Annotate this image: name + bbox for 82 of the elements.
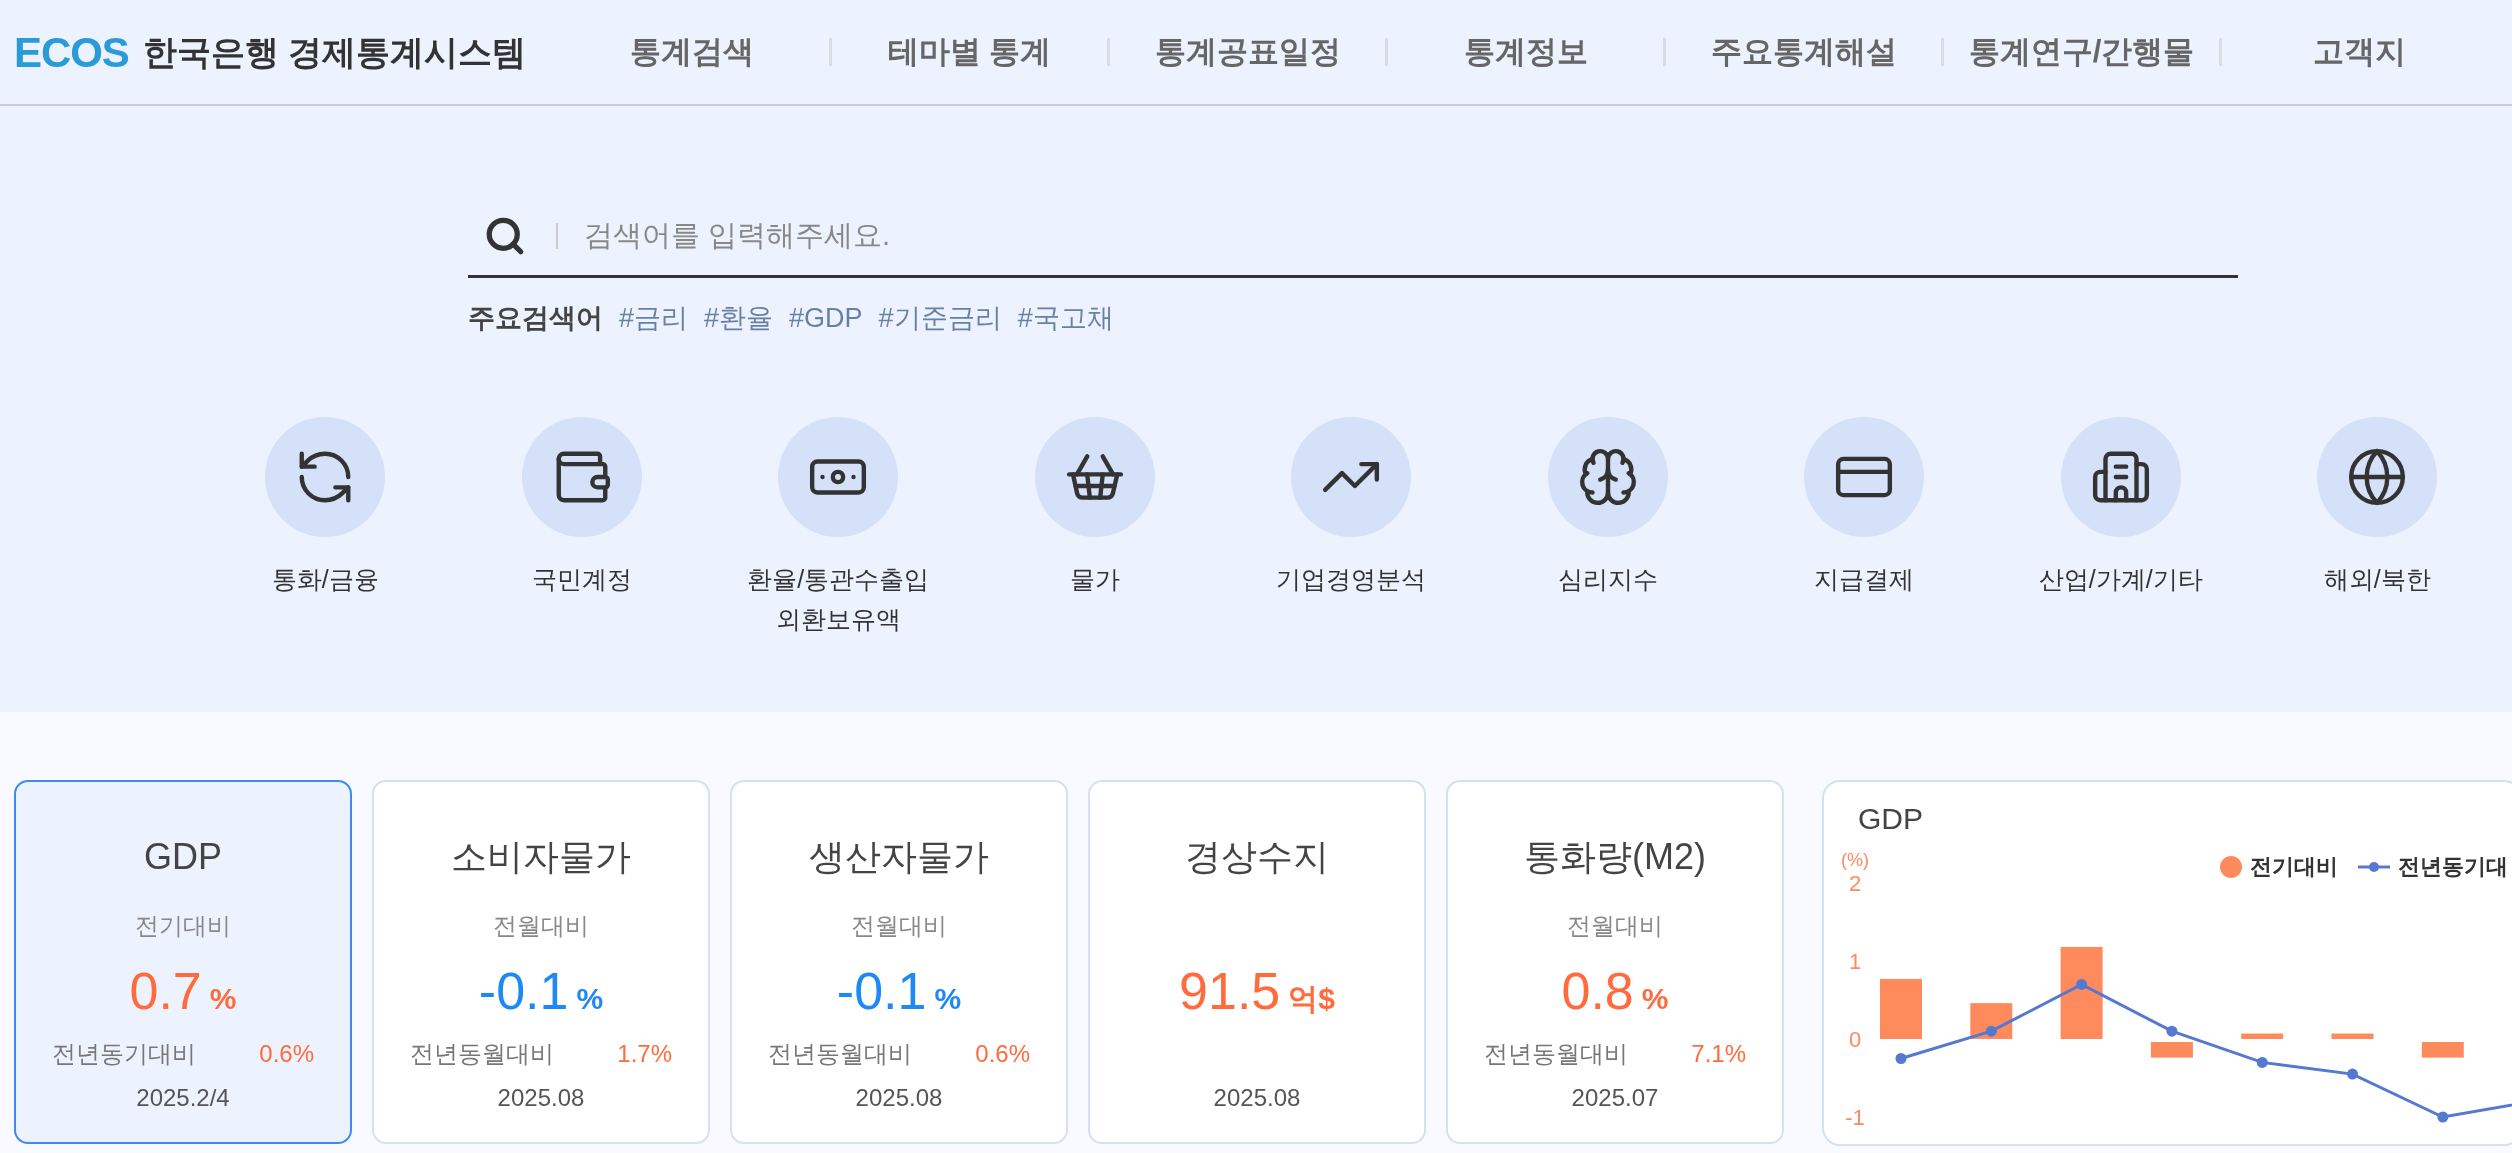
card-value: 91.5 [1179, 961, 1281, 1022]
keywords-label: 주요검색어 [468, 302, 603, 335]
card-title: 경상수지 [1185, 835, 1329, 879]
nav-link[interactable]: 통계연구/간행물 [1944, 28, 2219, 76]
card-unit: % [934, 981, 962, 1017]
indicator-card[interactable]: 통화량(M2) 전월대비 0.8% 전년동월대비 7.1% 2025.07 [1446, 780, 1784, 1144]
card-value: 0.8 [1561, 961, 1634, 1022]
card-sub-value: 0.6% [259, 1039, 314, 1069]
bar [2421, 1042, 2464, 1058]
point [2256, 1056, 2268, 1068]
keyword-link[interactable]: #GDP [789, 298, 863, 339]
axis-tick-label: 0 [1848, 1027, 1862, 1052]
nav-link[interactable]: 주요통계해설 [1666, 28, 1941, 76]
category-label[interactable]: 통화/금융 [271, 558, 379, 599]
card-unit: % [209, 981, 237, 1017]
axis-tick-label: 1 [1848, 949, 1862, 974]
legend-label: 전년동기대 [2398, 853, 2508, 881]
card-unit: % [1641, 981, 1669, 1017]
nav-link[interactable]: 통계검색 [554, 28, 829, 76]
bar [2150, 1042, 2193, 1058]
point [2437, 1111, 2449, 1123]
card-title: 생산자물가 [809, 835, 989, 879]
category-label[interactable]: 산업/가계/기타 [2038, 558, 2203, 599]
nav-link[interactable]: 테마별 통계 [832, 28, 1107, 76]
card-value: -0.1 [836, 961, 927, 1022]
card-sub-label: 전년동월대비 [768, 1039, 912, 1069]
category-label[interactable]: 심리지수 [1557, 558, 1658, 599]
card-title: 소비자물가 [451, 835, 631, 879]
point [1985, 1025, 1997, 1037]
keyword-link[interactable]: #국고채 [1017, 298, 1114, 339]
point [2166, 1025, 2178, 1037]
legend-label: 전기대비 [2250, 853, 2338, 881]
card-unit: 억$ [1288, 981, 1335, 1017]
indicator-card[interactable]: 경상수지 91.5 억$ 2025.08 [1088, 780, 1426, 1144]
keyword-link[interactable]: #기준금리 [878, 298, 1002, 339]
card-unit: % [576, 981, 604, 1017]
card-date: 2025.08 [1213, 1083, 1301, 1113]
category-label[interactable]: 기업경영분석 [1276, 558, 1427, 599]
card-sub-label: 전년동기대비 [52, 1039, 196, 1069]
category-label[interactable]: 환율/통관수출입 외환보유액 [747, 558, 930, 639]
category-label[interactable]: 물가 [1069, 558, 1120, 599]
category-label[interactable]: 지급결제 [1814, 558, 1915, 599]
card-date: 2025.07 [1571, 1083, 1659, 1113]
category-label[interactable]: 해외/북한 [2323, 558, 2431, 599]
bar [2241, 1033, 2284, 1039]
card-date: 2025.08 [855, 1083, 943, 1113]
card-label: 전월대비 [1567, 911, 1663, 941]
card-sub-value: 1.7% [617, 1039, 672, 1069]
card-value: -0.1 [478, 961, 569, 1022]
category-label[interactable]: 국민계정 [531, 558, 632, 599]
card-label: 전월대비 [493, 911, 589, 941]
indicator-card[interactable]: 소비자물가 전월대비 -0.1% 전년동월대비 1.7% 2025.08 [372, 780, 710, 1144]
card-sub-value: 0.6% [975, 1039, 1030, 1069]
legend-line-icon [2358, 860, 2390, 873]
axis-unit-label: (%) [1841, 850, 1869, 870]
point [2347, 1068, 2358, 1080]
card-title: GDP [144, 835, 222, 879]
keyword-link[interactable]: #금리 [619, 298, 689, 339]
point [2076, 978, 2088, 990]
axis-tick-label: -1 [1845, 1105, 1865, 1130]
nav-link[interactable]: 통계정보 [1388, 28, 1663, 76]
card-label: 전기대비 [135, 911, 231, 941]
card-label: 전월대비 [851, 911, 947, 941]
point [1895, 1053, 1907, 1064]
site-title: 한국은행 경제통계시스템 [142, 31, 527, 73]
card-date: 2025.08 [497, 1083, 585, 1113]
card-title: 통화량(M2) [1524, 835, 1706, 879]
bar [1880, 978, 1922, 1039]
keyword-link[interactable]: #환율 [704, 298, 774, 339]
card-date: 2025.2/4 [136, 1083, 230, 1113]
card-sub-value: 7.1% [1691, 1039, 1746, 1069]
card-sub-label: 전년동월대비 [410, 1039, 554, 1069]
search-field[interactable]: 검색어를 입력해주세요. [584, 213, 2238, 258]
indicator-card[interactable]: 생산자물가 전월대비 -0.1% 전년동월대비 0.6% 2025.08 [730, 780, 1068, 1144]
card-sub-label: 전년동월대비 [1484, 1039, 1628, 1069]
chart-title: GDP [1858, 802, 1923, 835]
nav-link[interactable]: 고객지 [2222, 28, 2497, 76]
axis-tick-label: 2 [1848, 871, 1862, 896]
nav-link[interactable]: 통계공표일정 [1110, 28, 1385, 76]
bar [2331, 1033, 2374, 1039]
card-value: 0.7 [129, 961, 202, 1022]
indicator-card[interactable]: GDP 전기대비 0.7% 전년동기대비 0.6% 2025.2/4 [14, 780, 352, 1144]
